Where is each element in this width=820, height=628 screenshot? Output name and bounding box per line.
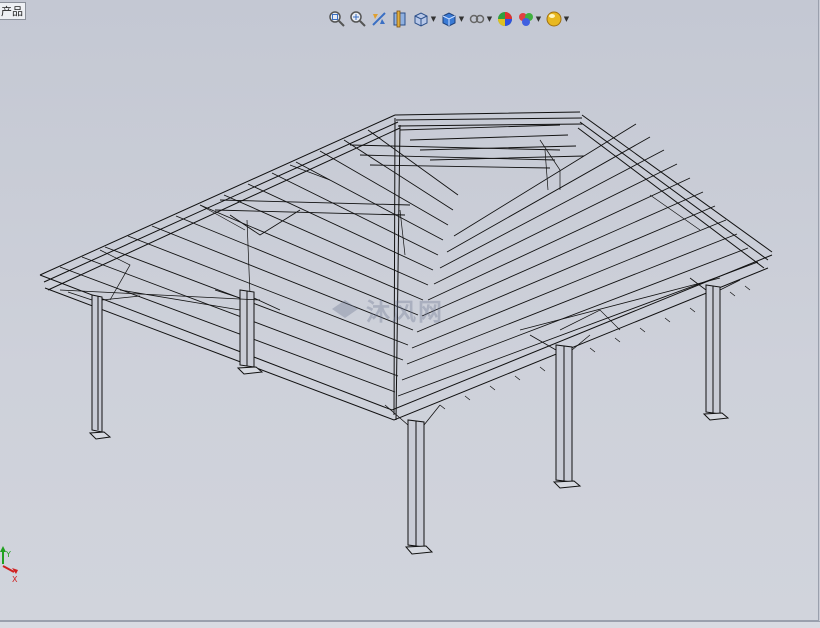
edit-appearance-button[interactable] — [494, 8, 515, 30]
section-view-button[interactable] — [389, 8, 410, 30]
triad-x-label: X — [12, 575, 18, 584]
roof-purlins — [59, 123, 759, 397]
apply-scene-icon — [518, 13, 533, 26]
chevron-down-icon: ▼ — [563, 15, 570, 23]
view-orientation-button[interactable]: ▼ — [410, 8, 438, 30]
display-style-icon — [442, 12, 456, 27]
watermark-logo-icon — [332, 300, 358, 318]
view-settings-icon — [546, 11, 562, 27]
section-view-icon — [393, 10, 405, 28]
heads-up-view-toolbar: ▼ ▼ ▼ ▼ ▼ — [326, 8, 571, 30]
zoom-to-area-icon — [349, 11, 366, 27]
display-style-button[interactable]: ▼ — [438, 8, 466, 30]
chevron-down-icon: ▼ — [486, 15, 493, 23]
zoom-to-fit-button[interactable] — [326, 8, 347, 30]
previous-view-button[interactable] — [368, 8, 389, 30]
chevron-down-icon: ▼ — [458, 15, 465, 23]
hide-show-items-icon — [469, 14, 485, 24]
edit-appearance-icon — [497, 12, 512, 26]
graphics-area[interactable]: 沐风网 Y X — [0, 0, 819, 621]
zoom-to-fit-icon — [328, 11, 345, 27]
hide-show-items-button[interactable]: ▼ — [466, 8, 494, 30]
watermark: 沐风网 — [330, 289, 490, 329]
chevron-down-icon: ▼ — [430, 15, 437, 23]
watermark-text: 沐风网 — [366, 297, 444, 326]
reference-triad: Y X — [0, 546, 18, 584]
feature-tree-tab[interactable]: 产品 — [0, 2, 26, 20]
chevron-down-icon: ▼ — [535, 15, 542, 23]
roof-frame — [39, 111, 773, 421]
previous-view-icon — [371, 12, 386, 26]
view-settings-button[interactable]: ▼ — [543, 8, 571, 30]
apply-scene-button[interactable]: ▼ — [515, 8, 543, 30]
zoom-to-area-button[interactable] — [347, 8, 368, 30]
triad-y-label: Y — [5, 550, 11, 559]
view-orientation-icon — [414, 12, 428, 27]
